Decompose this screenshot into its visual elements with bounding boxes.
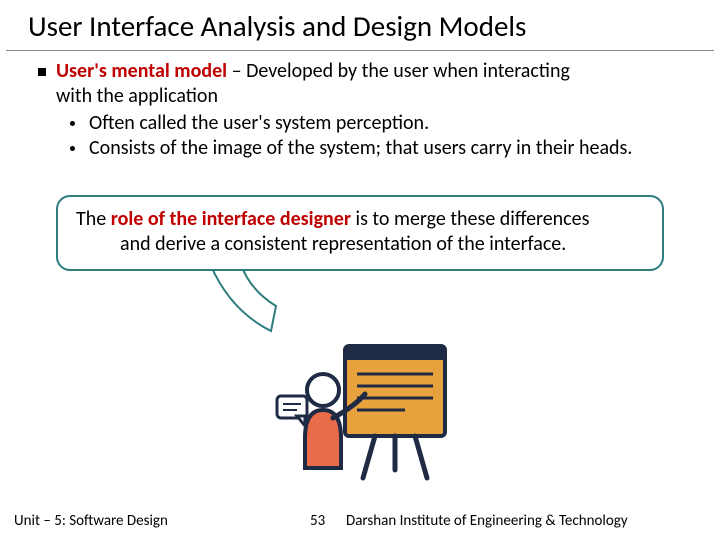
sub-bullet-text: Consists of the image of the system; tha… — [89, 136, 632, 161]
slide-content: User's mental model – Developed by the u… — [0, 51, 720, 271]
callout-rest-1: is to merge these differences — [351, 207, 589, 231]
bullet-desc-2: with the application — [56, 84, 218, 108]
term-highlight: User's mental model — [56, 59, 227, 83]
callout-container: The role of the interface designer is to… — [26, 195, 694, 271]
callout-box: The role of the interface designer is to… — [56, 195, 664, 271]
main-bullet-text: User's mental model – Developed by the u… — [56, 59, 570, 109]
slide-footer: Unit – 5: Software Design 53 Darshan Ins… — [0, 512, 720, 530]
main-bullet: User's mental model – Developed by the u… — [38, 59, 694, 109]
list-item: Consists of the image of the system; tha… — [70, 136, 694, 161]
footer-page-number: 53 — [310, 512, 325, 530]
bullet-desc-1: Developed by the user when interacting — [246, 59, 570, 83]
footer-institute: Darshan Institute of Engineering & Techn… — [346, 512, 628, 530]
footer-unit: Unit – 5: Software Design — [14, 512, 168, 530]
sub-bullet-text: Often called the user's system perceptio… — [89, 111, 429, 136]
sub-bullet-list: Often called the user's system perceptio… — [70, 111, 694, 161]
callout-highlight: role of the interface designer — [111, 207, 351, 231]
callout-rest-2: and derive a consistent representation o… — [76, 232, 644, 257]
speech-tail-icon — [201, 261, 291, 341]
dot-bullet-icon — [70, 146, 75, 151]
callout-pre: The — [76, 207, 111, 231]
square-bullet-icon — [38, 68, 46, 76]
slide-title: User Interface Analysis and Design Model… — [6, 0, 714, 51]
list-item: Often called the user's system perceptio… — [70, 111, 694, 136]
presenter-board-icon — [275, 338, 455, 488]
dot-bullet-icon — [70, 121, 75, 126]
bullet-sep: – — [227, 59, 246, 83]
